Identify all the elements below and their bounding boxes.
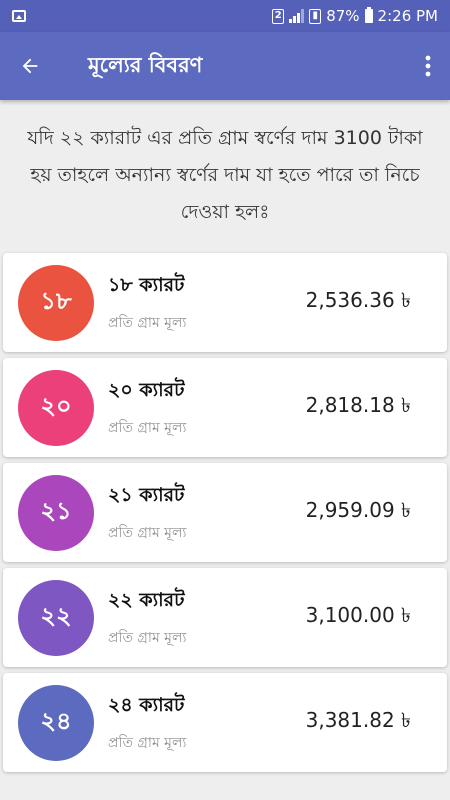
per-gram-label: প্রতি গ্রাম মূল্য [108, 314, 187, 331]
karat-card-18[interactable]: ১৮ ১৮ ক্যারট প্রতি গ্রাম মূল্য 2,536.36 … [3, 253, 447, 352]
karat-card-21[interactable]: ২১ ২১ ক্যারট প্রতি গ্রাম মূল্য 2,959.09 … [3, 463, 447, 562]
per-gram-label: প্রতি গ্রাম মূল্য [108, 734, 187, 751]
karat-card-22[interactable]: ২২ ২২ ক্যারট প্রতি গ্রাম মূল্য 3,100.00 … [3, 568, 447, 667]
battery-percentage: 87% [326, 7, 360, 25]
karat-name: ১৮ ক্যারট [108, 273, 185, 296]
karat-price-list: ১৮ ১৮ ক্যারট প্রতি গ্রাম মূল্য 2,536.36 … [3, 253, 447, 778]
karat-name: ২১ ক্যারট [108, 483, 185, 506]
karat-badge: ২৪ [18, 684, 94, 761]
clock: 2:26 PM [377, 7, 438, 25]
overflow-menu-button[interactable] [406, 32, 450, 100]
karat-badge: ২০ [18, 369, 94, 446]
signal-icon [289, 9, 305, 23]
karat-name: ২০ ক্যারট [108, 378, 185, 401]
per-gram-label: প্রতি গ্রাম মূল্য [108, 419, 187, 436]
karat-name: ২৪ ক্যারট [108, 693, 185, 716]
per-gram-label: প্রতি গ্রাম মূল্য [108, 524, 187, 541]
more-vert-icon [425, 55, 431, 77]
sim-icon: 2 [272, 8, 285, 24]
per-gram-label: প্রতি গ্রাম মূল্য [108, 629, 187, 646]
karat-badge: ২২ [18, 579, 94, 656]
karat-card-20[interactable]: ২০ ২০ ক্যারট প্রতি গ্রাম মূল্য 2,818.18 … [3, 358, 447, 457]
arrow-back-icon [22, 58, 38, 74]
karat-price: 3,100.00 ৳ [305, 603, 411, 627]
karat-price: 2,536.36 ৳ [305, 288, 411, 312]
page-title: মূল্যের বিবরণ [88, 52, 203, 77]
karat-card-24[interactable]: ২৪ ২৪ ক্যারট প্রতি গ্রাম মূল্য 3,381.82 … [3, 673, 447, 772]
battery-icon [364, 7, 373, 23]
karat-name: ২২ ক্যারট [108, 588, 185, 611]
karat-price: 2,818.18 ৳ [305, 393, 411, 417]
intro-text: যদি ২২ ক্যারাট এর প্রতি গ্রাম স্বর্ণের দ… [27, 127, 423, 223]
karat-badge: ১৮ [18, 264, 94, 341]
app-bar: মূল্যের বিবরণ [0, 32, 450, 100]
signal-sim-icon: ▮ [309, 8, 322, 24]
back-button[interactable] [0, 32, 60, 100]
image-notification-icon [12, 10, 26, 22]
karat-badge: ২১ [18, 474, 94, 551]
status-bar: 2 ▮ 87% 2:26 PM [0, 0, 450, 32]
karat-price: 3,381.82 ৳ [305, 708, 411, 732]
karat-price: 2,959.09 ৳ [305, 498, 411, 522]
